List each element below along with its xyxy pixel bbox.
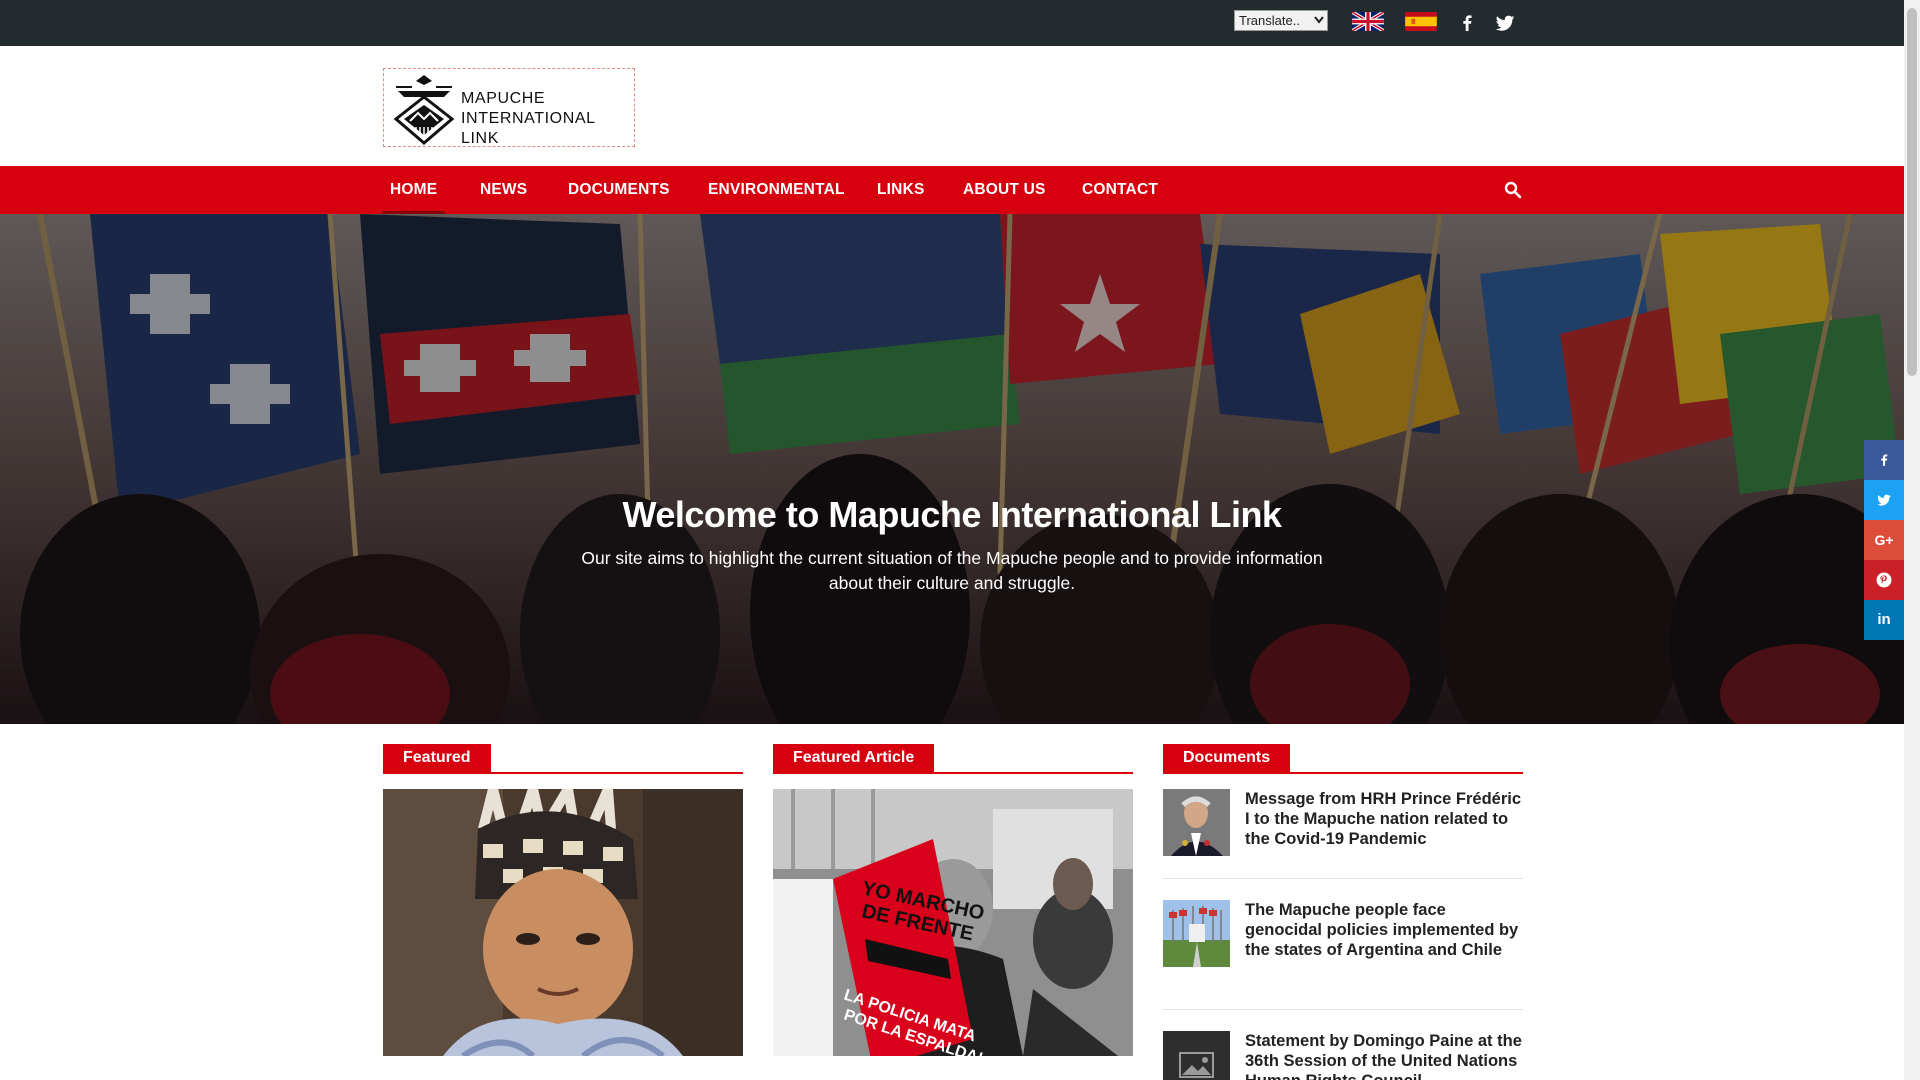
twitter-icon — [1877, 494, 1891, 506]
translate-label: Translate.. — [1239, 13, 1300, 28]
share-facebook-button[interactable] — [1864, 440, 1904, 480]
document-divider — [1163, 878, 1523, 879]
document-thumbnail — [1163, 789, 1230, 856]
scrollbar-thumb[interactable] — [1907, 8, 1917, 376]
document-thumbnail-placeholder — [1163, 1031, 1230, 1080]
linkedin-icon: in — [1877, 611, 1891, 628]
main-nav: HOME NEWS DOCUMENTS ENVIRONMENTAL LINKS … — [0, 166, 1904, 214]
nav-item-documents[interactable]: DOCUMENTS — [568, 166, 670, 214]
top-bar: Translate.. — [0, 0, 1904, 46]
document-title[interactable]: Message from HRH Prince Frédéric I to th… — [1245, 789, 1525, 849]
featured-image[interactable] — [383, 789, 743, 1056]
share-google-plus-button[interactable]: G+ — [1864, 520, 1904, 560]
facebook-icon — [1881, 454, 1888, 466]
search-icon[interactable] — [1503, 180, 1523, 200]
documents-section-header: Documents — [1163, 744, 1523, 774]
mapuche-emblem-icon — [393, 75, 455, 145]
share-pinterest-button[interactable] — [1864, 560, 1904, 600]
logo-line-2: INTERNATIONAL LINK — [461, 110, 596, 147]
facebook-icon[interactable] — [1456, 12, 1478, 34]
share-linkedin-button[interactable]: in — [1864, 600, 1904, 640]
featured-article-section-header: Featured Article — [773, 744, 1133, 774]
nav-item-contact[interactable]: CONTACT — [1082, 166, 1158, 214]
documents-heading: Documents — [1163, 744, 1291, 772]
spain-flag-icon[interactable] — [1405, 12, 1437, 31]
share-twitter-button[interactable] — [1864, 480, 1904, 520]
nav-item-home[interactable]: HOME — [381, 166, 446, 214]
google-plus-icon: G+ — [1874, 532, 1894, 548]
site-header: MAPUCHE INTERNATIONAL LINK — [0, 46, 1904, 166]
logo-line-1: MAPUCHE — [461, 90, 546, 107]
translate-select[interactable]: Translate.. — [1234, 10, 1328, 31]
hero-banner: Welcome to Mapuche International Link Ou… — [0, 214, 1904, 724]
document-divider — [1163, 1009, 1523, 1010]
nav-item-about-us[interactable]: ABOUT US — [963, 166, 1046, 214]
featured-article-heading: Featured Article — [773, 744, 935, 772]
chevron-down-icon — [1314, 16, 1324, 24]
image-placeholder-icon — [1179, 1052, 1214, 1078]
pinterest-icon — [1876, 572, 1892, 588]
featured-heading: Featured — [383, 744, 491, 772]
document-title[interactable]: Statement by Domingo Paine at the 36th S… — [1245, 1031, 1525, 1080]
nav-item-environmental[interactable]: ENVIRONMENTAL — [708, 166, 845, 214]
hero-title: Welcome to Mapuche International Link — [622, 494, 1282, 535]
document-thumbnail — [1163, 900, 1230, 967]
featured-article-image[interactable]: YO MARCHO DE FRENTE LA POLICIA MATA POR … — [773, 789, 1133, 1056]
featured-section-header: Featured — [383, 744, 743, 774]
nav-item-news[interactable]: NEWS — [480, 166, 527, 214]
hero-subtitle: Our site aims to highlight the current s… — [581, 548, 1323, 593]
document-title[interactable]: The Mapuche people face genocidal polici… — [1245, 900, 1525, 960]
nav-item-links[interactable]: LINKS — [877, 166, 925, 214]
twitter-icon[interactable] — [1494, 12, 1516, 34]
uk-flag-icon[interactable] — [1352, 12, 1384, 31]
site-logo[interactable]: MAPUCHE INTERNATIONAL LINK — [383, 68, 635, 147]
